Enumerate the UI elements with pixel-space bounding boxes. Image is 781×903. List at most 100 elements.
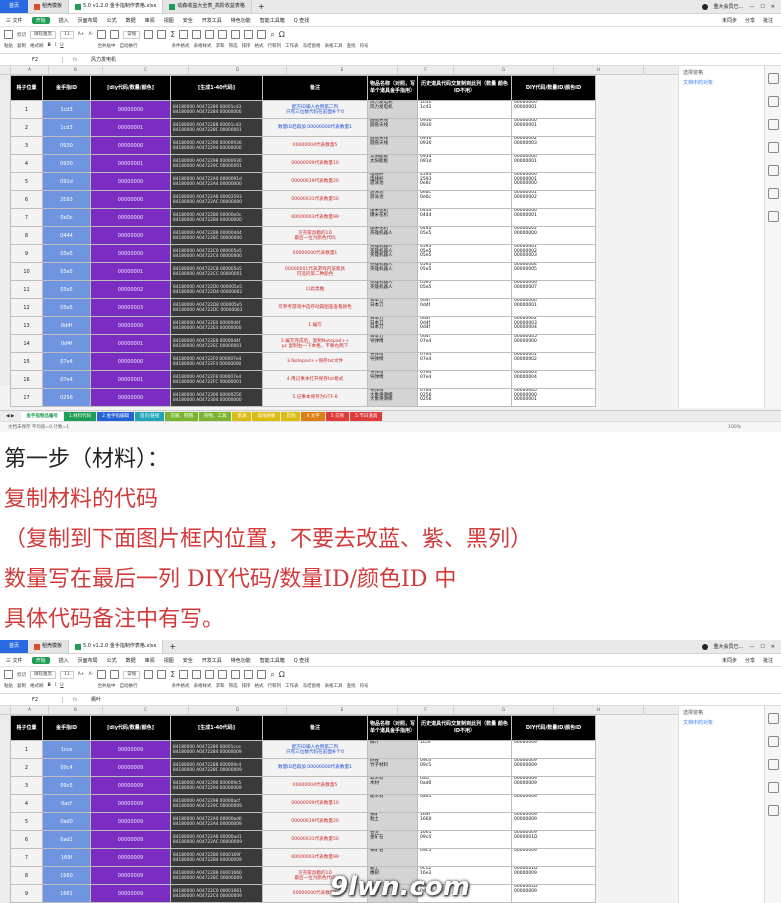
cell-generated-code[interactable]: 84180000 A04722F0 000007e4 84180000 A0472… [170,352,263,371]
cell-position[interactable]: 17 [10,388,43,407]
conditional-format-icon[interactable] [144,30,154,39]
minimize-icon[interactable]: — [749,4,754,10]
maximize-icon[interactable]: ☐ [760,4,764,10]
cell-qty-id[interactable]: 00000001 00000002 00000003 [511,244,596,263]
cell-note[interactable]: 3.Notepad++保存txt文件 [262,352,368,371]
cell-diy-code[interactable]: 00000001 [90,334,171,353]
cell-position[interactable]: 9 [10,884,43,903]
analysis-icon[interactable] [767,165,779,176]
worksheet-label[interactable]: 工作表 [285,43,299,49]
table-style-icon[interactable] [157,30,167,39]
cell-diy-code[interactable]: 00000000 [90,388,171,407]
sort-icon[interactable] [192,30,202,39]
wrap-label[interactable]: 自动换行 [120,43,138,49]
cell-generated-code[interactable]: 84180000 A04722C0 000005e5 84180000 A0472… [170,244,263,263]
cell-item-name[interactable]: 英雄机器人 英雄机器人 英雄机器人 [367,244,418,263]
cell-item-hex[interactable]: 169f 1660 [417,812,512,831]
italic-button[interactable]: I [55,43,56,48]
cell-qty-id[interactable]: 00000009 0000001D [511,830,596,849]
cell-generated-code[interactable]: 84180000 A04722B0 00000e0c 84180000 A0472… [170,208,263,227]
cell-note[interactable]: 4.用记事本打开保存txt格式 [262,370,368,389]
cell-note[interactable]: 2.编写完成后，复制Notepad++ pc 复制右一下本格，不要右两下 [262,334,368,353]
cell-generated-code[interactable]: 84180000 A04722B0 0000169f 84180000 A0472… [170,848,263,867]
cell-gold-finger-id[interactable]: 0acf [42,794,91,813]
name-box[interactable]: F2 [8,56,63,63]
cell-generated-code[interactable]: 84180000 A04722E0 00000d4f 84180000 A0472… [170,316,263,335]
cell-qty-id[interactable]: 0000001D 00000009 [511,884,596,903]
cell-item-hex[interactable]: 0444 0444 [417,208,512,227]
cell-item-name[interactable]: 导弹椅 导弹椅 [367,352,418,371]
menu-data[interactable]: 数据 [126,17,136,24]
cell-position[interactable]: 9 [10,244,43,263]
wrap-icon[interactable] [110,670,120,679]
backup-icon[interactable] [767,188,779,199]
cell-note[interactable]: 00000063代表数量99 [262,848,368,867]
cell-position[interactable]: 3 [10,136,43,155]
cell-qty-id[interactable]: 00000000 00000001 [511,298,596,317]
wrap-icon[interactable] [110,30,120,39]
header-hex[interactable]: 历史道具代码交复制到此列（数量 颜色ID不用） [417,75,512,101]
cell-item-name[interactable]: 日本刀 导弹椅 [367,334,418,353]
cell-gold-finger-id[interactable]: 1661 [42,884,91,903]
sync-status[interactable]: 未同步 [722,657,737,664]
cell-generated-code[interactable]: 84180000 A0472300 00000256 84180000 A0472… [170,388,263,407]
cell-position[interactable]: 11 [10,280,43,299]
file-tab[interactable]: 稻壳模板 [28,640,70,653]
cell-item-name[interactable]: 导弹椅 大象滑滑梯 大象滑滑梯 [367,388,418,407]
menu-security[interactable]: 安全 [183,17,193,24]
menu-search[interactable]: Q 查找 [294,657,310,664]
font-grow-button[interactable]: A+ [78,672,85,677]
column-letter-a[interactable]: A [11,706,49,714]
cell-qty-id[interactable]: 00000002 00000003 00000004 [511,316,596,335]
cell-diy-code[interactable]: 00000000 [90,172,171,191]
filter-icon[interactable] [179,30,189,39]
cell-position[interactable]: 7 [10,848,43,867]
cell-gold-finger-id[interactable]: 0256 [42,388,91,407]
cell-generated-code[interactable]: 84180000 A04722A8 00000ad1 84180000 A0472… [170,830,263,849]
menu-data[interactable]: 数据 [126,657,136,664]
cell-note[interactable]: 00000031代表数量50 [262,190,368,209]
cell-note[interactable]: 00000009代表数量10 [262,794,368,813]
column-letter-d[interactable]: D [189,706,287,714]
cell-position[interactable]: 15 [10,352,43,371]
cell-item-hex[interactable]: 1cce [417,740,512,759]
cell-diy-code[interactable]: 00000000 [90,244,171,263]
menu-layout[interactable]: 页面布局 [78,657,98,664]
cell-item-name[interactable]: 硬木材 [367,794,418,813]
home-tab[interactable]: 首页 [0,0,29,13]
table-tools-icon[interactable] [257,30,267,39]
number-format-select[interactable]: 常规 [123,30,141,39]
table-style-label[interactable]: 表格样式 [194,683,212,689]
cell-item-name[interactable]: 风力发电机 风力发电机 [367,100,418,119]
format-icon[interactable] [205,30,215,39]
menu-security[interactable]: 安全 [183,657,193,664]
cell-item-hex[interactable]: 0d4f 07e4 [417,334,512,353]
select-icon[interactable] [767,713,779,724]
filter-label[interactable]: 筛选 [229,43,238,49]
menu-dev[interactable]: 开发工具 [202,657,222,664]
cell-position[interactable]: 7 [10,208,43,227]
cell-diy-code[interactable]: 00000009 [90,794,171,813]
cell-diy-code[interactable]: 00000009 [90,848,171,867]
cell-item-name[interactable]: 树枝 竹子材料 [367,758,418,777]
cell-generated-code[interactable]: 84180000 A04722C8 000005e5 84180000 A0472… [170,262,263,281]
cell-item-name[interactable]: 英雄机器人 英雄机器人 [367,262,418,281]
cell-gold-finger-id[interactable]: 0d4f [42,316,91,335]
cell-gold-finger-id[interactable]: 1cd3 [42,118,91,137]
cell-qty-id[interactable]: 00000000 00000001 00000000 [511,172,596,191]
home-tab[interactable]: 首页 [0,640,29,653]
cell-qty-id[interactable]: 00000000 00000001 [511,208,596,227]
share-button[interactable]: 分享 [745,17,755,24]
cell-item-hex[interactable]: 0acf 0ad0 [417,776,512,795]
cell-qty-id[interactable]: 00000009 [511,740,596,759]
conditional-format-icon[interactable] [144,670,154,679]
copy-label[interactable]: 复制 [17,683,26,689]
wrap-label[interactable]: 自动换行 [120,683,138,689]
sheet-tab[interactable]: 金手指物品编号 [21,412,63,421]
font-shrink-button[interactable]: A- [89,32,94,37]
menu-dev[interactable]: 开发工具 [202,17,222,24]
zoom-level[interactable]: 100% [728,425,781,430]
header-pos[interactable]: 格子位置 [10,715,43,741]
bold-button[interactable]: B [48,683,51,688]
header-code[interactable]: [生成1-40代码] [170,715,263,741]
